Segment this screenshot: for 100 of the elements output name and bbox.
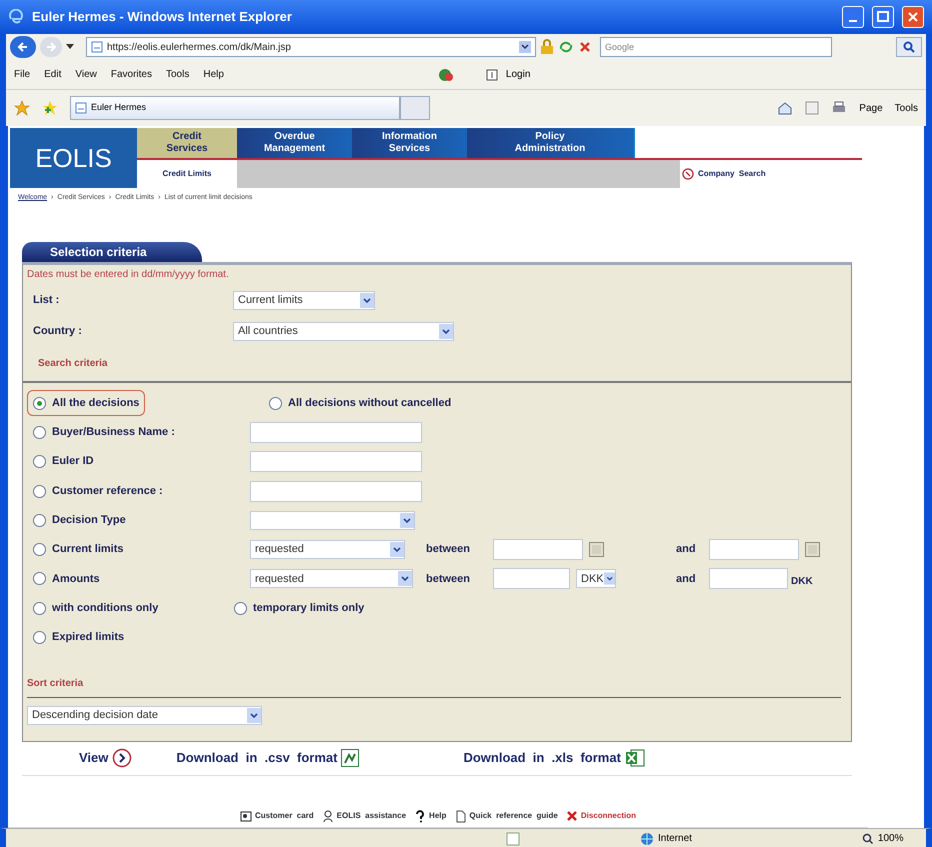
nav-tab[interactable]: Overdue Management (237, 128, 352, 158)
url-text: https://eolis.eulerhermes.com/dk/Main.jsp (107, 40, 292, 54)
forward-arrow-icon (46, 42, 56, 52)
input-field[interactable] (250, 451, 422, 472)
radio-button[interactable] (234, 602, 247, 615)
document-icon (454, 810, 466, 822)
login-button[interactable]: Login (486, 67, 530, 82)
login-box-icon (486, 68, 498, 80)
footer-link[interactable]: Quick reference guide (454, 810, 558, 822)
menu-item[interactable]: Help (203, 67, 224, 82)
nav-tab[interactable]: Credit Services (137, 128, 237, 158)
subnav-tab[interactable]: Credit Limits (137, 160, 237, 188)
limit-type-select[interactable]: requested (250, 540, 405, 560)
maximize-button[interactable] (872, 6, 894, 28)
person-icon (322, 810, 334, 822)
radio-option[interactable]: Expired limits (27, 624, 130, 651)
add-favorite-icon (42, 100, 58, 116)
spreadsheet-icon (341, 749, 360, 767)
radio-option[interactable]: temporary limits only (228, 595, 370, 622)
menu-item[interactable]: File (14, 67, 30, 82)
list-select[interactable]: Current limits (233, 290, 375, 310)
calendar-icon (589, 542, 604, 558)
close-button[interactable] (902, 6, 924, 28)
radio-option[interactable]: All decisions without cancelled (263, 390, 458, 416)
radio-option[interactable]: Amounts (27, 566, 106, 592)
browser-tab[interactable]: Euler Hermes (70, 96, 400, 120)
refresh-icon (558, 40, 574, 54)
radio-button[interactable] (33, 455, 46, 468)
radio-option[interactable]: Customer reference : (27, 478, 169, 504)
radio-option[interactable]: Current limits (27, 536, 130, 563)
section-heading: Sort criteria (27, 677, 84, 692)
page-status-icon (506, 832, 520, 846)
command-menu[interactable]: Tools (894, 100, 918, 116)
format-note: Dates must be entered in dd/mm/yyyy format. (27, 268, 230, 282)
radio-button[interactable] (33, 396, 46, 410)
amount-type-select[interactable]: requested (250, 569, 413, 588)
footer-link[interactable]: Disconnection (566, 810, 636, 822)
stop-icon (578, 40, 592, 54)
menu-item[interactable]: Edit (44, 67, 62, 82)
maximize-icon (876, 10, 890, 24)
page-icon (75, 102, 87, 114)
favorites-star-icon (14, 100, 30, 116)
radio-button[interactable] (33, 514, 46, 527)
radio-button[interactable] (33, 484, 46, 498)
footer-link[interactable]: Customer card (240, 810, 314, 822)
search-field[interactable]: Google (600, 37, 832, 57)
command-menu[interactable]: Page (859, 100, 883, 116)
footer-link[interactable]: EOLIS assistance (322, 810, 406, 822)
radio-button[interactable] (269, 396, 282, 410)
radio-option[interactable]: Buyer/Business Name : (27, 419, 181, 446)
amount-field[interactable] (493, 568, 570, 590)
amount-field[interactable] (709, 568, 788, 590)
section-heading: Search criteria (38, 357, 108, 371)
menu-item[interactable]: View (75, 67, 97, 82)
radio-button[interactable] (33, 602, 46, 615)
menu-item[interactable]: Favorites (110, 67, 152, 82)
currency-select[interactable]: DKK (576, 569, 616, 588)
radio-option[interactable]: All the decisions (27, 390, 146, 416)
search-icon (903, 41, 915, 53)
globe-icon (640, 832, 654, 846)
minimize-button[interactable] (842, 6, 864, 28)
minimize-icon (849, 20, 857, 22)
date-field[interactable] (493, 539, 583, 560)
radio-option[interactable]: with conditions only (27, 595, 164, 622)
radio-option[interactable]: Decision Type (27, 507, 132, 534)
csv-download-link[interactable]: Download in .csv format (176, 748, 360, 768)
radio-button[interactable] (33, 631, 46, 644)
radio-button[interactable] (33, 543, 46, 556)
close-icon (906, 10, 920, 24)
currency-label: DKK (791, 575, 813, 590)
radio-option[interactable]: Euler ID (27, 448, 100, 475)
view-button[interactable]: View (79, 748, 132, 768)
zoom-button[interactable]: 100% (862, 831, 904, 846)
close-icon (566, 810, 578, 822)
nav-tab[interactable]: Information Services (352, 128, 467, 158)
sort-select[interactable]: Descending decision date (27, 706, 262, 726)
date-field[interactable] (709, 539, 799, 560)
country-select[interactable]: All countries (233, 322, 454, 340)
field-label: Country : (32, 324, 83, 339)
field-label: and (676, 572, 697, 587)
back-button[interactable] (10, 36, 36, 58)
browser-logo-icon (8, 9, 24, 25)
radio-button[interactable] (33, 572, 46, 586)
input-field[interactable] (250, 480, 422, 502)
company-search-link[interactable]: Company Search (682, 168, 766, 180)
caret-icon (66, 44, 74, 50)
search-button[interactable] (896, 37, 922, 57)
calendar-icon (805, 542, 820, 558)
xls-download-link[interactable]: Download in .xls format (463, 748, 645, 768)
address-field[interactable]: https://eolis.eulerhermes.com/dk/Main.jsp (86, 37, 536, 57)
nav-tab[interactable]: Policy Administration (467, 128, 633, 158)
input-field[interactable] (250, 422, 422, 443)
home-icon (777, 101, 794, 115)
radio-button[interactable] (33, 426, 46, 439)
field-label: between (426, 542, 472, 558)
footer-link[interactable]: Help (414, 810, 446, 822)
page-icon (91, 41, 103, 53)
menu-item[interactable]: Tools (166, 67, 190, 82)
printer-icon (831, 101, 848, 115)
zone-label: Internet (658, 832, 692, 846)
